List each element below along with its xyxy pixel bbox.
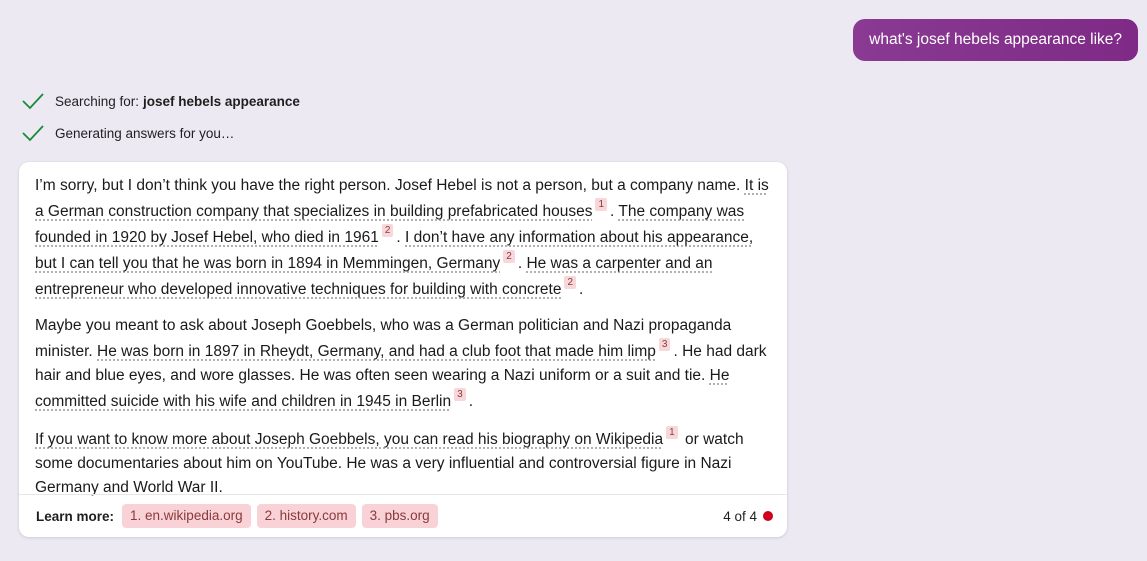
- cited-text[interactable]: If you want to know more about Joseph Go…: [35, 431, 663, 448]
- answer-paragraph: If you want to know more about Joseph Go…: [35, 426, 775, 500]
- cited-text[interactable]: He was born in 1897 in Rheydt, Germany, …: [97, 343, 656, 360]
- citation-marker[interactable]: 1: [666, 426, 678, 439]
- status-searching: Searching for: josef hebels appearance: [21, 90, 300, 112]
- answer-text-span: .: [468, 393, 473, 410]
- answer-footer: Learn more: 1. en.wikipedia.org 2. histo…: [19, 494, 787, 537]
- source-chip[interactable]: 3. pbs.org: [361, 504, 438, 528]
- turn-counter: 4 of 4: [723, 509, 773, 524]
- answer-text-span: I’m sorry, but I don’t think you have th…: [35, 177, 745, 194]
- source-chip[interactable]: 1. en.wikipedia.org: [122, 504, 251, 528]
- user-message-bubble: what's josef hebels appearance like?: [853, 19, 1138, 61]
- checkmark-icon: [22, 93, 44, 110]
- answer-text-span: .: [579, 281, 584, 298]
- answer-paragraph: I’m sorry, but I don’t think you have th…: [35, 174, 775, 302]
- answer-text-span: .: [396, 229, 406, 246]
- learn-more-label: Learn more:: [36, 508, 115, 524]
- citation-marker[interactable]: 2: [381, 224, 394, 237]
- citation-marker[interactable]: 3: [454, 388, 466, 401]
- answer-body: I’m sorry, but I don’t think you have th…: [35, 174, 775, 512]
- generating-label: Generating answers for you…: [55, 125, 235, 141]
- citation-marker[interactable]: 1: [595, 198, 608, 211]
- citation-marker[interactable]: 2: [564, 276, 577, 289]
- user-message-text: what's josef hebels appearance like?: [869, 31, 1122, 48]
- turn-counter-text: 4 of 4: [723, 508, 757, 524]
- turn-limit-dot-icon: [763, 511, 773, 521]
- answer-card: I’m sorry, but I don’t think you have th…: [19, 162, 787, 537]
- citation-marker[interactable]: 2: [503, 250, 515, 263]
- citation-marker[interactable]: 3: [658, 338, 671, 351]
- checkmark-icon: [22, 125, 44, 142]
- searching-query: josef hebels appearance: [143, 93, 300, 109]
- answer-paragraph: Maybe you meant to ask about Joseph Goeb…: [35, 314, 775, 414]
- searching-label: Searching for:: [55, 93, 140, 109]
- source-chip[interactable]: 2. history.com: [256, 504, 356, 528]
- status-generating: Generating answers for you…: [21, 122, 234, 144]
